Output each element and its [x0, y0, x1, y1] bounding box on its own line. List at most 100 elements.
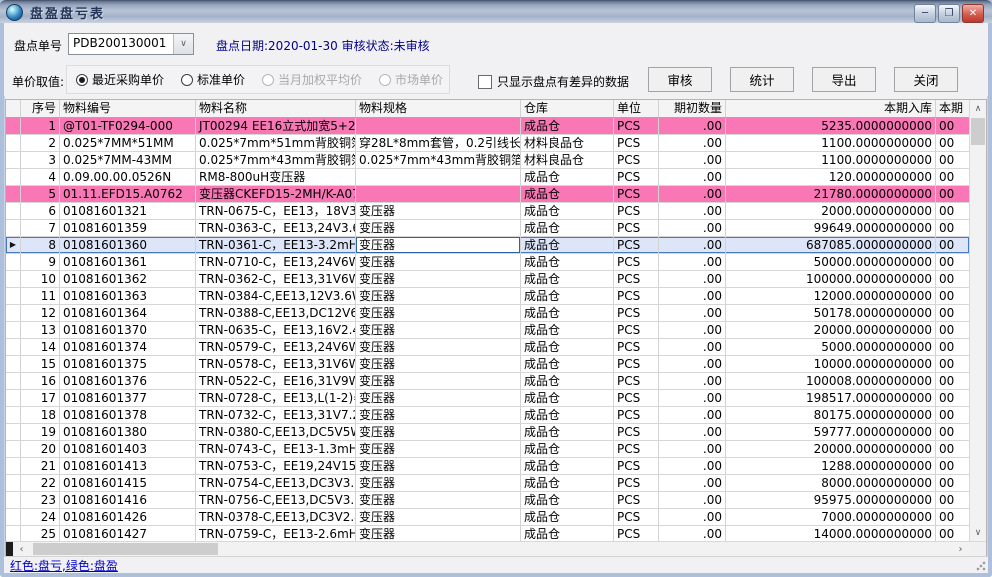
table-row[interactable]: 40.09.00.00.0526NRM8-800uH变压器成品仓PCS.0012…: [6, 169, 969, 186]
scroll-up-icon[interactable]: ∧: [970, 100, 986, 117]
grid-splitter-handle[interactable]: [6, 542, 13, 556]
warehouse-cell: 成品仓: [521, 475, 614, 491]
column-header[interactable]: 仓库: [521, 100, 614, 117]
resize-grip[interactable]: [976, 561, 986, 571]
price-radio-option[interactable]: 标准单价: [181, 71, 245, 88]
period-in-cell: 14000.0000000000: [726, 526, 936, 541]
minimize-button[interactable]: ─: [914, 4, 936, 23]
period-out-cell: 00: [936, 220, 969, 236]
horizontal-scroll-thumb[interactable]: [33, 543, 218, 555]
material-name-cell: 0.025*7mm*51mm背胶铜箔，: [196, 135, 356, 151]
material-spec-cell: 变压器: [356, 509, 521, 525]
material-name-cell: TRN-0732-C，EE13,31V7.2W: [196, 407, 356, 423]
scroll-left-icon[interactable]: ‹: [13, 542, 30, 556]
table-row[interactable]: 2301081601416TRN-0756-C,EE13,DC5V3.6W变压器…: [6, 492, 969, 509]
table-row[interactable]: 2401081601426TRN-0378-C,EE13,DC3V2.4W变压器…: [6, 509, 969, 526]
close-button[interactable]: 关闭: [894, 67, 958, 92]
row-selector-cell: [6, 424, 21, 440]
horizontal-scrollbar[interactable]: ‹ ›: [6, 541, 986, 556]
column-header[interactable]: 物料名称: [196, 100, 356, 117]
table-row[interactable]: 1901081601380TRN-0380-C,EE13,DC5V5W变压器成品…: [6, 424, 969, 441]
seq-cell: 13: [21, 322, 60, 338]
window-title: 盘盈盘亏表: [30, 3, 105, 22]
unit-cell: PCS: [614, 305, 659, 321]
material-code-cell: 01081601378: [60, 407, 196, 423]
material-spec-cell: 变压器: [356, 356, 521, 372]
price-radio-option[interactable]: 最近采购单价: [76, 71, 164, 88]
material-name-cell: TRN-0753-C，EE19,24V15W: [196, 458, 356, 474]
table-row[interactable]: 1401081601374TRN-0579-C，EE13,24V6W变压器成品仓…: [6, 339, 969, 356]
vertical-scrollbar[interactable]: ∧ ∨: [969, 100, 986, 541]
row-selector-cell: [6, 152, 21, 168]
close-window-button[interactable]: ✕: [962, 4, 984, 23]
table-row[interactable]: 1101081601363TRN-0384-C,EE13,12V3.6W变压器成…: [6, 288, 969, 305]
material-name-cell: TRN-0380-C,EE13,DC5V5W: [196, 424, 356, 440]
table-row[interactable]: ▶801081601360TRN-0361-C，EE13-3.2mH±变压器成品…: [6, 237, 969, 254]
unit-cell: PCS: [614, 152, 659, 168]
table-row[interactable]: 2101081601413TRN-0753-C，EE19,24V15W变压器成品…: [6, 458, 969, 475]
export-button[interactable]: 导出: [812, 67, 876, 92]
column-header[interactable]: 序号: [21, 100, 60, 117]
price-radio-option: 市场单价: [379, 71, 443, 88]
table-row[interactable]: 2201081601415TRN-0754-C,EE13,DC3V3.6W变压器…: [6, 475, 969, 492]
begin-qty-cell: .00: [659, 237, 726, 253]
begin-qty-cell: .00: [659, 339, 726, 355]
period-in-cell: 1288.0000000000: [726, 458, 936, 474]
table-row[interactable]: 501.11.EFD15.A0762变压器CKEFD15-2MH/K-A076成…: [6, 186, 969, 203]
period-in-cell: 8000.0000000000: [726, 475, 936, 491]
grid-body: 1@T01-TF0294-000JT00294 EE16立式加宽5+2成品仓PC…: [6, 118, 969, 541]
period-in-cell: 59777.0000000000: [726, 424, 936, 440]
table-row[interactable]: 1@T01-TF0294-000JT00294 EE16立式加宽5+2成品仓PC…: [6, 118, 969, 135]
material-spec-cell: 变压器: [356, 492, 521, 508]
scroll-down-icon[interactable]: ∨: [970, 524, 986, 541]
table-row[interactable]: 701081601359TRN-0363-C，EE13,24V3.6W变压器成品…: [6, 220, 969, 237]
table-row[interactable]: 2501081601427TRN-0759-C，EE13-2.6mH±变压器成品…: [6, 526, 969, 541]
begin-qty-cell: .00: [659, 186, 726, 202]
period-out-cell: 00: [936, 271, 969, 287]
seq-cell: 3: [21, 152, 60, 168]
table-row[interactable]: 1601081601376TRN-0522-C，EE16,31V9W变压器成品仓…: [6, 373, 969, 390]
table-row[interactable]: 1201081601364TRN-0388-C,EE13,DC12V6W变压器成…: [6, 305, 969, 322]
table-row[interactable]: 30.025*7MM-43MM0.025*7mm*43mm背胶铜箔，0.025*…: [6, 152, 969, 169]
column-header[interactable]: 物料编号: [60, 100, 196, 117]
radio-icon: [379, 74, 391, 86]
column-header[interactable]: 本期: [936, 100, 969, 117]
table-row[interactable]: 1701081601377TRN-0728-C，EE13,L(1-2)=7变压器…: [6, 390, 969, 407]
maximize-button[interactable]: ❐: [938, 4, 960, 23]
material-name-cell: JT00294 EE16立式加宽5+2: [196, 118, 356, 134]
horizontal-scroll-track[interactable]: [30, 542, 952, 556]
unit-cell: PCS: [614, 424, 659, 440]
column-header[interactable]: 期初数量: [659, 100, 726, 117]
material-spec-cell: [356, 169, 521, 185]
table-row[interactable]: 1801081601378TRN-0732-C，EE13,31V7.2W变压器成…: [6, 407, 969, 424]
material-code-cell: 01081601370: [60, 322, 196, 338]
table-row[interactable]: 2001081601403TRN-0743-C，EE13-1.3mH±变压器成品…: [6, 441, 969, 458]
table-row[interactable]: 1301081601370TRN-0635-C，EE13,16V2.4W变压器成…: [6, 322, 969, 339]
table-row[interactable]: 1501081601375TRN-0578-C，EE13,31V6W变压器成品仓…: [6, 356, 969, 373]
material-name-cell: RM8-800uH变压器: [196, 169, 356, 185]
diff-only-checkbox[interactable]: 只显示盘点有差异的数据: [478, 73, 629, 90]
begin-qty-cell: .00: [659, 220, 726, 236]
title-bar[interactable]: 盘盈盘亏表 ─ ❐ ✕: [0, 0, 992, 23]
period-out-cell: 00: [936, 203, 969, 219]
material-spec-cell: 变压器: [356, 288, 521, 304]
column-header[interactable]: 本期入库: [726, 100, 936, 117]
column-header[interactable]: 单位: [614, 100, 659, 117]
column-header[interactable]: 物料规格: [356, 100, 521, 117]
table-row[interactable]: 601081601321TRN-0675-C，EE13，18V3.6变压器成品仓…: [6, 203, 969, 220]
scroll-right-icon[interactable]: ›: [952, 542, 969, 556]
grid-scroll-area: 序号物料编号物料名称物料规格仓库单位期初数量本期入库本期 1@T01-TF029…: [6, 100, 969, 541]
audit-button[interactable]: 审核: [648, 67, 712, 92]
doc-no-combobox[interactable]: PDB200130001 ∨: [68, 33, 194, 55]
table-row[interactable]: 901081601361TRN-0710-C，EE13,24V6W，变压器成品仓…: [6, 254, 969, 271]
vertical-scroll-thumb[interactable]: [971, 118, 985, 145]
warehouse-cell: 成品仓: [521, 118, 614, 134]
table-row[interactable]: 1001081601362TRN-0362-C，EE13,31V6W，变压器成品…: [6, 271, 969, 288]
period-out-cell: 00: [936, 390, 969, 406]
material-name-cell: TRN-0728-C，EE13,L(1-2)=7: [196, 390, 356, 406]
stats-button[interactable]: 统计: [730, 67, 794, 92]
warehouse-cell: 成品仓: [521, 441, 614, 457]
material-name-cell: TRN-0635-C，EE13,16V2.4W: [196, 322, 356, 338]
table-row[interactable]: 20.025*7MM*51MM0.025*7mm*51mm背胶铜箔，穿28L*8…: [6, 135, 969, 152]
chevron-down-icon[interactable]: ∨: [173, 34, 193, 54]
